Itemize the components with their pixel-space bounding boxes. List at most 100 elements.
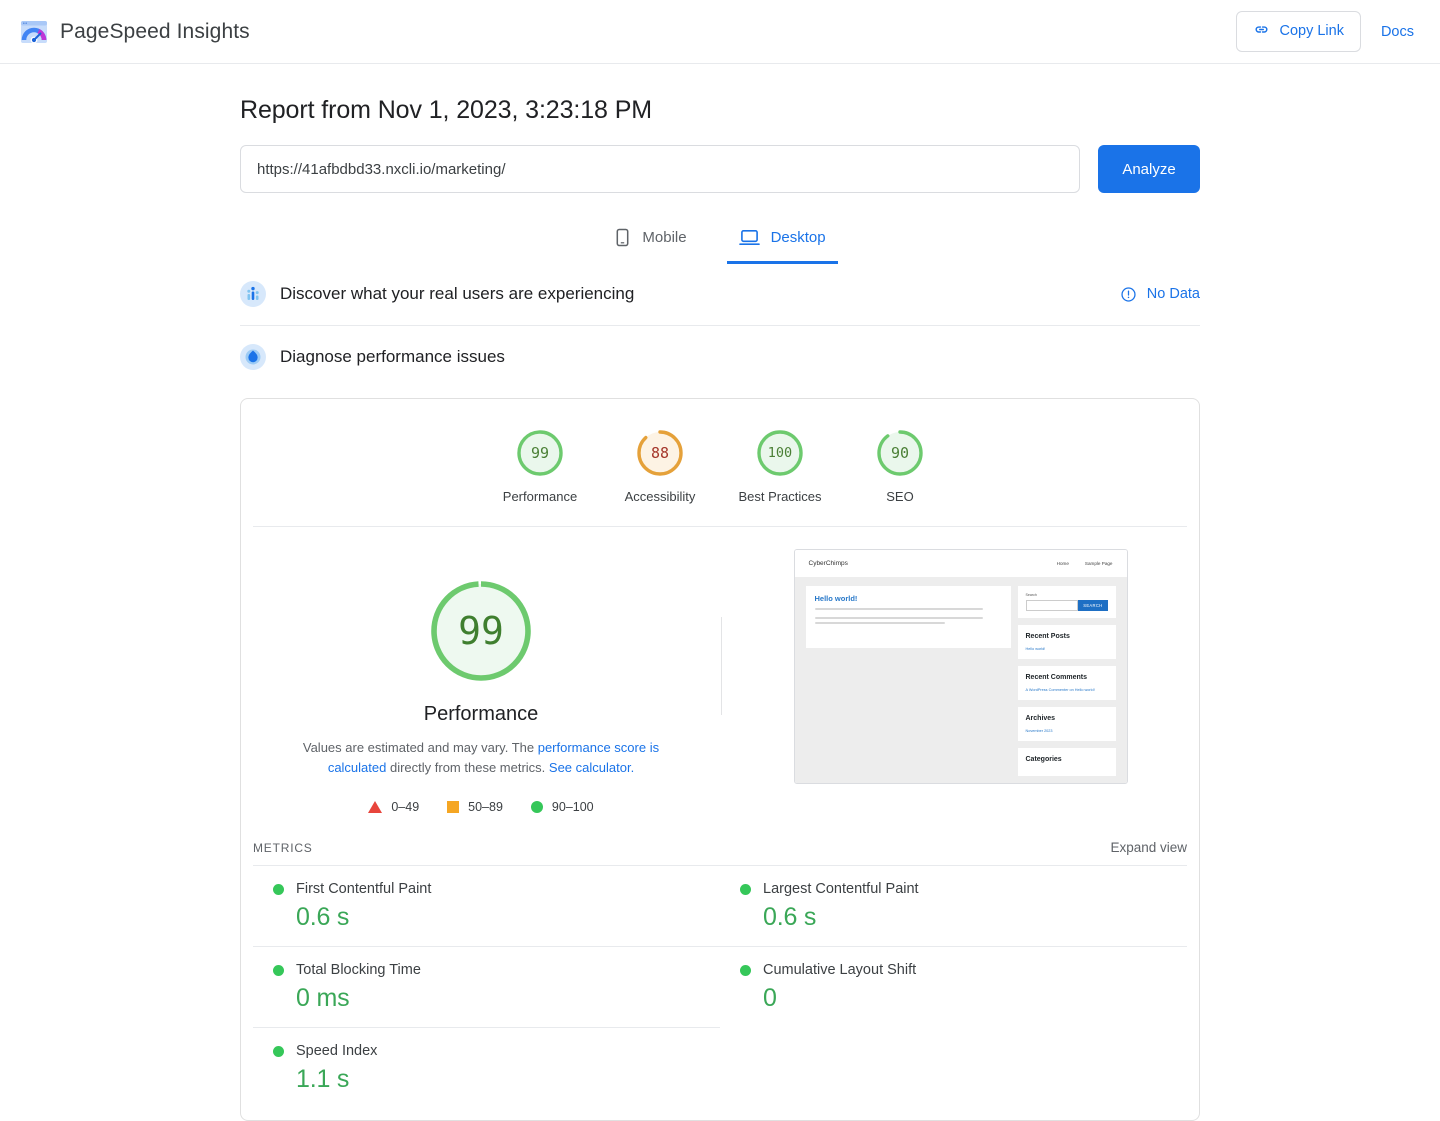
thumb-widget-recent-posts-link: Hello world! (1026, 646, 1108, 652)
thumb-widget-archives-title: Archives (1026, 714, 1108, 723)
legend-label-average: 50–89 (468, 800, 503, 814)
status-dot-good-icon (273, 965, 284, 976)
status-badge: No Data (1147, 286, 1200, 302)
gauge-performance-large: 99 (425, 575, 537, 687)
score-best-practices[interactable]: 100 Best Practices (720, 427, 840, 504)
gauge-seo-value: 90 (874, 427, 926, 479)
thumb-nav-home: Home (1057, 561, 1069, 566)
score-performance[interactable]: 99 Performance (480, 427, 600, 504)
thumb-main-column: Hello world! (806, 586, 1011, 783)
analyze-button[interactable]: Analyze (1098, 145, 1200, 193)
see-calculator-link[interactable]: See calculator. (549, 760, 634, 775)
performance-note-middle: directly from these metrics. (386, 760, 549, 775)
score-seo[interactable]: 90 SEO (840, 427, 960, 504)
thumb-search-button: SEARCH (1078, 600, 1107, 611)
thumb-widget-recent-comments-title: Recent Comments (1026, 673, 1108, 682)
gauge-accessibility: 88 (634, 427, 686, 479)
tab-desktop-label: Desktop (771, 229, 826, 246)
thumb-widget-archives-link: November 2023 (1026, 728, 1108, 734)
thumb-nav-sample-page: Sample Page (1085, 561, 1113, 566)
gauge-accessibility-value: 88 (634, 427, 686, 479)
metric-cumulative-layout-shift[interactable]: Cumulative Layout Shift 0 (720, 946, 1187, 1027)
category-scores: 99 Performance 88 Accessibility (253, 399, 1187, 527)
thumb-widget-search: Search SEARCH (1018, 586, 1116, 618)
thumb-post-body-line-2 (815, 622, 946, 624)
score-performance-label: Performance (503, 489, 577, 504)
page-title: Report from Nov 1, 2023, 3:23:18 PM (240, 96, 1200, 125)
copy-link-button[interactable]: Copy Link (1236, 11, 1360, 52)
score-accessibility[interactable]: 88 Accessibility (600, 427, 720, 504)
metric-value: 0.6 s (763, 903, 1167, 932)
metric-value: 0 (763, 984, 1167, 1013)
thumb-site-brand: CyberChimps (809, 560, 848, 567)
docs-link[interactable]: Docs (1375, 20, 1420, 44)
gauge-performance: 99 (514, 427, 566, 479)
thumb-search-label: Search (1026, 593, 1108, 597)
app-title: PageSpeed Insights (60, 20, 250, 44)
square-icon (447, 801, 459, 813)
url-input[interactable] (240, 145, 1080, 193)
form-factor-tabs: Mobile Desktop (240, 219, 1200, 263)
thumb-site-body: Hello world! Search (795, 577, 1127, 783)
metric-label: Cumulative Layout Shift (763, 962, 916, 978)
copy-link-label: Copy Link (1279, 24, 1343, 39)
metric-largest-contentful-paint[interactable]: Largest Contentful Paint 0.6 s (720, 865, 1187, 946)
section-lab-data: Diagnose performance issues (240, 326, 1200, 388)
real-users-icon (240, 281, 266, 307)
thumb-post-meta-line (815, 608, 983, 610)
thumb-widget-recent-posts: Recent Posts Hello world! (1018, 625, 1116, 659)
metric-label: Largest Contentful Paint (763, 881, 919, 897)
header-actions: Copy Link Docs (1236, 11, 1420, 52)
metric-first-contentful-paint[interactable]: First Contentful Paint 0.6 s (253, 865, 720, 946)
tab-mobile[interactable]: Mobile (602, 220, 698, 264)
status-dot-good-icon (273, 1046, 284, 1057)
metric-value: 0 ms (296, 984, 700, 1013)
thumb-widget-archives: Archives November 2023 (1018, 707, 1116, 741)
page-screenshot-thumbnail: CyberChimps Home Sample Page Hello world… (794, 549, 1128, 784)
info-circle-icon (1120, 286, 1137, 303)
status-dot-good-icon (273, 884, 284, 895)
triangle-icon (368, 801, 382, 813)
field-data-status[interactable]: No Data (1120, 286, 1200, 303)
performance-note: Values are estimated and may vary. The p… (281, 738, 681, 778)
link-icon (1253, 21, 1270, 42)
legend-label-poor: 0–49 (391, 800, 419, 814)
desktop-icon (739, 228, 760, 247)
expand-view-button[interactable]: Expand view (1110, 840, 1187, 855)
lighthouse-results-card: 99 Performance 88 Accessibility (240, 398, 1200, 1121)
page-content: Report from Nov 1, 2023, 3:23:18 PM Anal… (240, 64, 1200, 1121)
thumb-widget-categories: Categories (1018, 748, 1116, 776)
pagespeed-logo-icon (20, 18, 48, 46)
thumb-widget-recent-comments: Recent Comments A WordPress Commenter on… (1018, 666, 1116, 700)
metric-speed-index[interactable]: Speed Index 1.1 s (253, 1027, 720, 1108)
legend-item-average: 50–89 (447, 800, 503, 814)
analyze-form: Analyze (240, 145, 1200, 193)
field-data-title: Discover what your real users are experi… (280, 284, 634, 304)
tab-desktop[interactable]: Desktop (727, 220, 838, 264)
performance-title: Performance (424, 703, 539, 726)
metrics-grid: First Contentful Paint 0.6 s Largest Con… (241, 865, 1199, 1120)
thumb-sidebar: Search SEARCH Recent Posts Hello world! (1018, 586, 1116, 783)
metrics-header: METRICS Expand view (241, 814, 1199, 865)
circle-icon (531, 801, 543, 813)
metric-label: Speed Index (296, 1043, 377, 1059)
thumb-site-nav: Home Sample Page (1057, 561, 1113, 566)
metric-total-blocking-time[interactable]: Total Blocking Time 0 ms (253, 946, 720, 1027)
thumb-widget-recent-comments-link: A WordPress Commenter on Hello world! (1026, 687, 1108, 693)
legend-label-good: 90–100 (552, 800, 594, 814)
metrics-section-label: METRICS (253, 841, 313, 855)
gauge-performance-large-value: 99 (425, 575, 537, 687)
status-dot-good-icon (740, 884, 751, 895)
tab-mobile-label: Mobile (642, 229, 686, 246)
thumb-post-title: Hello world! (815, 594, 1002, 603)
gauge-best-practices-value: 100 (754, 427, 806, 479)
thumb-post-card: Hello world! (806, 586, 1011, 648)
app-header: PageSpeed Insights Copy Link Docs (0, 0, 1440, 64)
performance-overview: 99 Performance Values are estimated and … (241, 527, 1199, 814)
section-field-data: Discover what your real users are experi… (240, 263, 1200, 326)
lab-data-title: Diagnose performance issues (280, 347, 505, 367)
gauge-best-practices: 100 (754, 427, 806, 479)
brand[interactable]: PageSpeed Insights (20, 18, 250, 46)
legend-item-poor: 0–49 (368, 800, 419, 814)
mobile-icon (614, 228, 631, 247)
